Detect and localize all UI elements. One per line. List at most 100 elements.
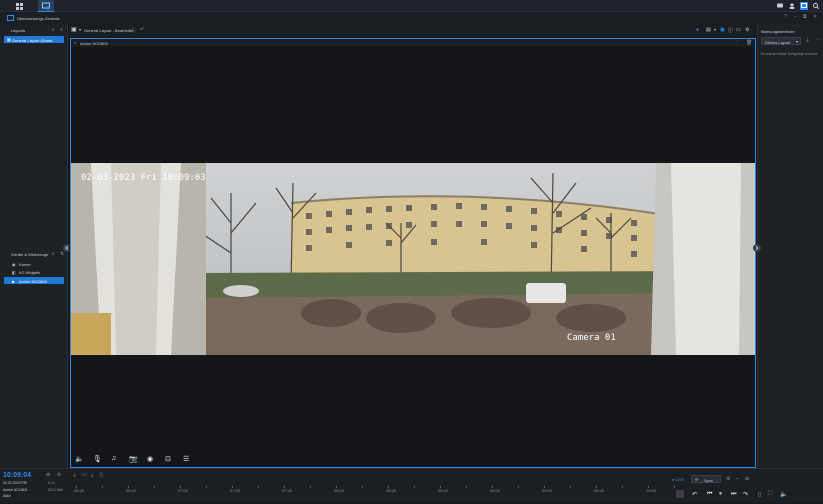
ptz-icon[interactable]: ⊡ [165,455,171,463]
video-frame[interactable]: 02-03-2023 Fri 10:09:03 Camera 01 [71,163,755,355]
plus-icon[interactable]: ⊕ [745,476,749,482]
tree-item-label: I/O-Widgets [19,269,41,275]
search-icon[interactable]: ⌕ [52,251,55,257]
more-icon[interactable]: ⋯ [815,37,820,43]
time-ruler[interactable]: 06:20 06:40 07:00 07:20 07:40 08:00 08:20 08:40… [68,469,688,504]
tick-label: 06:20 [74,488,85,493]
tree-item-label: Karten [19,261,31,267]
camera-image [71,163,755,355]
tick-label: 08:20 [386,488,397,493]
tick-mark [492,486,493,488]
clip-icon[interactable]: ▯ [758,491,761,498]
zoom-out-icon[interactable]: ⊖ [57,472,61,478]
help-icon[interactable]: ? [784,14,787,20]
sync-icon: ⟳ [695,477,699,482]
volume-icon[interactable]: 🔈 [780,491,787,498]
fullscreen-icon[interactable]: ▣ [720,27,725,33]
layout-item-general[interactable]: General Layout (Stand. ▦ [4,36,64,43]
layout-icon[interactable]: ▣ [71,26,77,33]
sync-label: Sync [704,477,713,483]
tick-label: 09:20 [542,488,553,493]
tree-item-maps[interactable]: ◉ Karten [4,260,64,267]
map-icon: ◉ [12,261,16,267]
rewind-icon[interactable]: ↶ [692,491,697,498]
step-back-icon[interactable]: ⏮ [707,491,712,498]
close-icon[interactable]: ✕ [813,14,817,20]
search-icon[interactable] [812,2,820,10]
monitor-icon[interactable] [800,2,808,10]
mic-mute-icon[interactable]: 🎙 [93,455,102,463]
chevron-down-icon: ▾ [796,39,799,44]
sort-icon[interactable]: ⇅ [60,251,64,257]
pause-icon[interactable]: ⏸ [719,491,722,498]
layout-item-label: General Layout (Stand. [12,37,54,43]
camera-header: ● Annke NCD800 ⋮ 🗑 [71,39,755,47]
timeline-panel: 10:09:04 02.02.2023 FRI 6.1X Annke NCD80… [0,468,823,503]
undo-icon[interactable]: ↶ [140,27,144,33]
zoom-in-icon[interactable]: ⊕ [46,472,50,478]
tick-mark [596,486,597,488]
tick-label: 09:00 [490,488,501,493]
add-icon[interactable]: + [60,27,63,33]
title-bar: Überwachungs-Zentrale ? – ⧉ ✕ [0,12,823,24]
forward-icon[interactable]: ↷ [743,491,748,498]
scroll-button[interactable] [676,490,684,498]
tick-mark [544,486,545,488]
snapshot-icon[interactable]: 📷 [129,455,138,463]
tree-item-camera[interactable]: ■ Annke NCD800 [4,277,64,284]
settings-slider-icon[interactable]: ☰ [183,455,189,463]
settings-icon[interactable]: ⚙ [726,476,730,482]
tick-mark [388,486,389,488]
current-time: 10:09:04 [3,472,32,479]
restore-icon[interactable]: ⧉ [803,14,807,20]
chat-icon[interactable] [776,2,784,10]
tree-item-label: Annke NCD800 [19,278,47,284]
tick-mark [310,486,311,488]
record-button-icon[interactable]: ◉ [147,455,153,463]
tick-mark [232,486,233,488]
bitrate: 8212 Bitd [48,488,63,492]
layout-grid-icon: ▦ [7,37,11,42]
osd-camera-label: Camera 01 [567,333,616,343]
tick-label: 10:00 [646,488,657,493]
tree-item-io-widgets[interactable]: ◧ I/O-Widgets [4,268,64,275]
settings-icon[interactable]: ⚙ [745,27,749,33]
camera-window[interactable]: ● Annke NCD800 ⋮ 🗑 02-03-2023 Fri 10:09:… [70,38,756,468]
tick-mark [76,486,77,488]
delete-icon[interactable]: 🗑 [746,40,752,46]
step-forward-icon[interactable]: ⏭ [731,491,736,498]
window-split-icon[interactable]: ▤ [706,27,711,33]
collapse-right-button[interactable] [753,244,761,252]
tick-mark [440,486,441,488]
sync-button[interactable]: ⟳ Sync [691,475,721,483]
record-icon: ● [74,40,77,45]
layout-filter-select[interactable]: Dieses Layout ▾ [761,37,801,45]
status-dot-icon: ● [696,27,700,33]
info-icon[interactable]: ⓘ [131,27,136,34]
tick-mark [206,486,207,488]
volume-icon[interactable]: 🔈 [75,455,84,463]
fullscreen-icon[interactable]: ⛶ [768,491,772,498]
more-icon[interactable]: ⋮ [735,40,740,46]
monitor-icon[interactable]: ▭ [736,27,741,33]
tick-label: 07:20 [230,488,241,493]
current-date: 02.02.2023 FRI [3,481,28,485]
info-icon[interactable]: ⓘ [728,27,733,34]
minimize-icon[interactable]: – [794,14,797,20]
grid-menu-icon[interactable] [14,2,24,10]
filter-icon[interactable]: ⏚ [805,37,810,44]
music-icon[interactable]: ♫ [111,455,116,462]
dropdown-icon[interactable]: ▾ [79,27,81,32]
left-panel: Layouts ⌕ + General Layout (Stand. ▦ Ger… [0,24,71,468]
devices-heading: Geräte & Werkzeuge [11,252,49,257]
search-icon[interactable]: ⌕ [52,27,55,33]
filter-label: Dieses Layout [765,39,791,45]
dropdown-icon[interactable]: ▾ [714,27,716,32]
tick-mark [674,486,675,488]
user-icon[interactable] [788,2,796,10]
minus-icon[interactable]: – [736,476,739,482]
tick-mark [284,486,285,488]
monitoring-tab[interactable] [38,0,54,12]
layout-toolbar: ▣ ▾ General Layout - Bearbeitet ⓘ ↶ ● ▤ … [69,24,757,37]
tick-mark [414,486,415,488]
